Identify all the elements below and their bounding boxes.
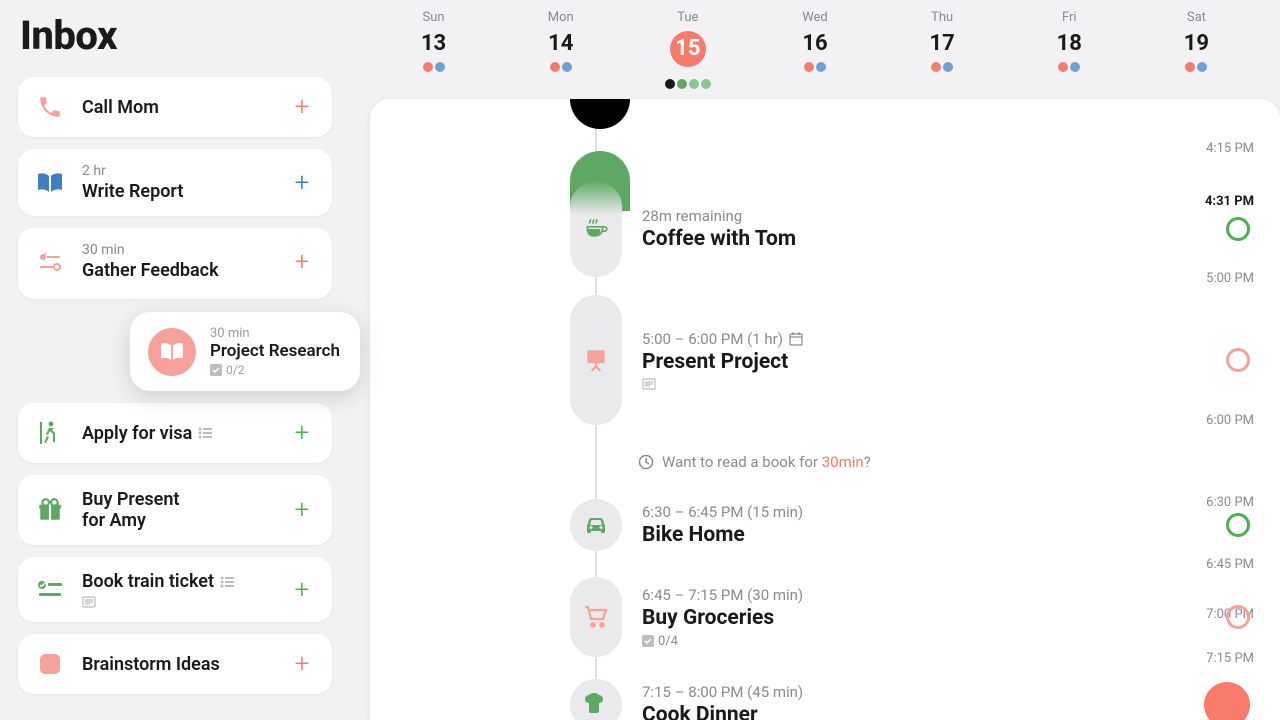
car-icon (570, 499, 622, 551)
event-sub: 0/4 (642, 634, 1206, 649)
floating-title: Project Research (210, 341, 340, 361)
checklist-icon (34, 574, 66, 606)
day-tue[interactable]: Tue 15 (624, 6, 751, 93)
coffee-icon (570, 181, 622, 277)
square-icon (34, 648, 66, 680)
event-bike-home[interactable]: 6:30 – 6:45 PM (15 min) Bike Home (570, 499, 1250, 551)
app-root: Inbox Call Mom + 2 hr Write Report + (0, 0, 1280, 720)
chef-icon (570, 679, 622, 720)
gift-icon (34, 494, 66, 526)
event-title: Buy Groceries (642, 606, 1206, 630)
sliders-icon (34, 246, 66, 278)
inbox-item-call-mom[interactable]: Call Mom + (18, 77, 332, 137)
add-button[interactable]: + (288, 93, 316, 121)
event-meta: 5:00 – 6:00 PM (1 hr) (642, 330, 1206, 348)
inbox-title: Buy Present (82, 489, 272, 510)
event-coffee[interactable]: 28m remaining Coffee with Tom (570, 181, 1250, 277)
inbox-meta: 2 hr (82, 163, 272, 179)
agenda-panel[interactable]: 4:15 PM 4:31 PM 5:00 PM 6:00 PM 6:30 PM … (370, 99, 1280, 720)
event-meta: 6:45 – 7:15 PM (30 min) (642, 586, 1206, 604)
inbox-item-book-train[interactable]: Book train ticket + (18, 557, 332, 622)
presentation-icon (570, 295, 622, 425)
inbox-body: Apply for visa (82, 423, 272, 444)
inbox-body: 2 hr Write Report (82, 163, 272, 202)
main: Sun 13 Mon 14 Tue 15 Wed 16 Thu 17 (350, 0, 1280, 720)
inbox-body: Call Mom (82, 97, 272, 118)
inbox-item-buy-present[interactable]: Buy Present for Amy + (18, 475, 332, 545)
week-row: Sun 13 Mon 14 Tue 15 Wed 16 Thu 17 (350, 0, 1280, 99)
complete-checkbox[interactable] (1226, 217, 1250, 241)
clock-icon (638, 454, 654, 470)
add-button[interactable]: + (288, 248, 316, 276)
list-icon (198, 427, 212, 439)
event-present-project[interactable]: 5:00 – 6:00 PM (1 hr) Present Project (570, 295, 1250, 425)
checkbox-icon (210, 364, 222, 376)
inbox-body: Brainstorm Ideas (82, 654, 272, 675)
add-button[interactable]: + (288, 496, 316, 524)
floating-task-card[interactable]: 30 min Project Research 0/2 (130, 312, 360, 391)
event-title: Present Project (642, 350, 1206, 374)
note-icon (82, 596, 272, 608)
list-icon (220, 576, 234, 588)
add-button[interactable]: + (288, 650, 316, 678)
book-icon (148, 328, 196, 376)
event-title: Coffee with Tom (642, 227, 1206, 251)
inbox-body: 30 min Gather Feedback (82, 242, 272, 281)
book-icon (34, 167, 66, 199)
complete-checkbox[interactable] (1226, 348, 1250, 372)
add-button[interactable]: + (288, 576, 316, 604)
day-mon[interactable]: Mon 14 (497, 6, 624, 93)
inbox-body: Buy Present for Amy (82, 489, 272, 531)
suggestion-row[interactable]: Want to read a book for 30min? (638, 453, 871, 471)
inbox-item-brainstorm[interactable]: Brainstorm Ideas + (18, 634, 332, 694)
add-button[interactable]: + (288, 169, 316, 197)
day-fri[interactable]: Fri 18 (1006, 6, 1133, 93)
inbox-title-line2: for Amy (82, 510, 272, 531)
day-sat[interactable]: Sat 19 (1133, 6, 1260, 93)
floating-meta: 30 min (210, 326, 340, 341)
event-buy-groceries[interactable]: 6:45 – 7:15 PM (30 min) Buy Groceries 0/… (570, 577, 1250, 657)
inbox-title: Gather Feedback (82, 260, 272, 281)
inbox-title: Brainstorm Ideas (82, 654, 272, 675)
event-meta: 6:30 – 6:45 PM (15 min) (642, 503, 1206, 521)
event-meta: 28m remaining (642, 207, 1206, 225)
walk-icon (34, 417, 66, 449)
complete-checkbox[interactable] (1226, 513, 1250, 537)
floating-sub: 0/2 (210, 363, 340, 377)
complete-checkbox[interactable] (1226, 605, 1250, 629)
event-title: Cook Dinner (642, 703, 1184, 720)
inbox-title: Call Mom (82, 97, 272, 118)
inbox-title: Write Report (82, 181, 272, 202)
floating-body: 30 min Project Research 0/2 (210, 326, 340, 377)
add-button[interactable]: + (288, 419, 316, 447)
inbox-item-apply-visa[interactable]: Apply for visa + (18, 403, 332, 463)
checkbox-icon (642, 635, 654, 647)
phone-icon (34, 91, 66, 123)
day-wed[interactable]: Wed 16 (751, 6, 878, 93)
event-meta: 7:15 – 8:00 PM (45 min) (642, 683, 1184, 701)
time-label: 6:45 PM (1184, 557, 1254, 572)
cart-icon (570, 577, 622, 657)
current-event-bubble (570, 99, 630, 129)
inbox-title: Apply for visa (82, 423, 272, 444)
time-label: 4:15 PM (1184, 141, 1254, 156)
page-title: Inbox (20, 12, 332, 59)
inbox-meta: 30 min (82, 242, 272, 258)
event-title: Bike Home (642, 523, 1206, 547)
inbox-title: Book train ticket (82, 571, 272, 592)
inbox-item-write-report[interactable]: 2 hr Write Report + (18, 149, 332, 216)
event-cook-dinner[interactable]: 7:15 – 8:00 PM (45 min) Cook Dinner (570, 679, 1250, 720)
inbox-item-gather-feedback[interactable]: 30 min Gather Feedback + (18, 228, 332, 299)
day-sun[interactable]: Sun 13 (370, 6, 497, 93)
inbox-body: Book train ticket (82, 571, 272, 608)
day-thu[interactable]: Thu 17 (879, 6, 1006, 93)
note-icon (642, 378, 1206, 390)
complete-checkbox[interactable] (1204, 682, 1250, 720)
calendar-icon (789, 332, 803, 346)
